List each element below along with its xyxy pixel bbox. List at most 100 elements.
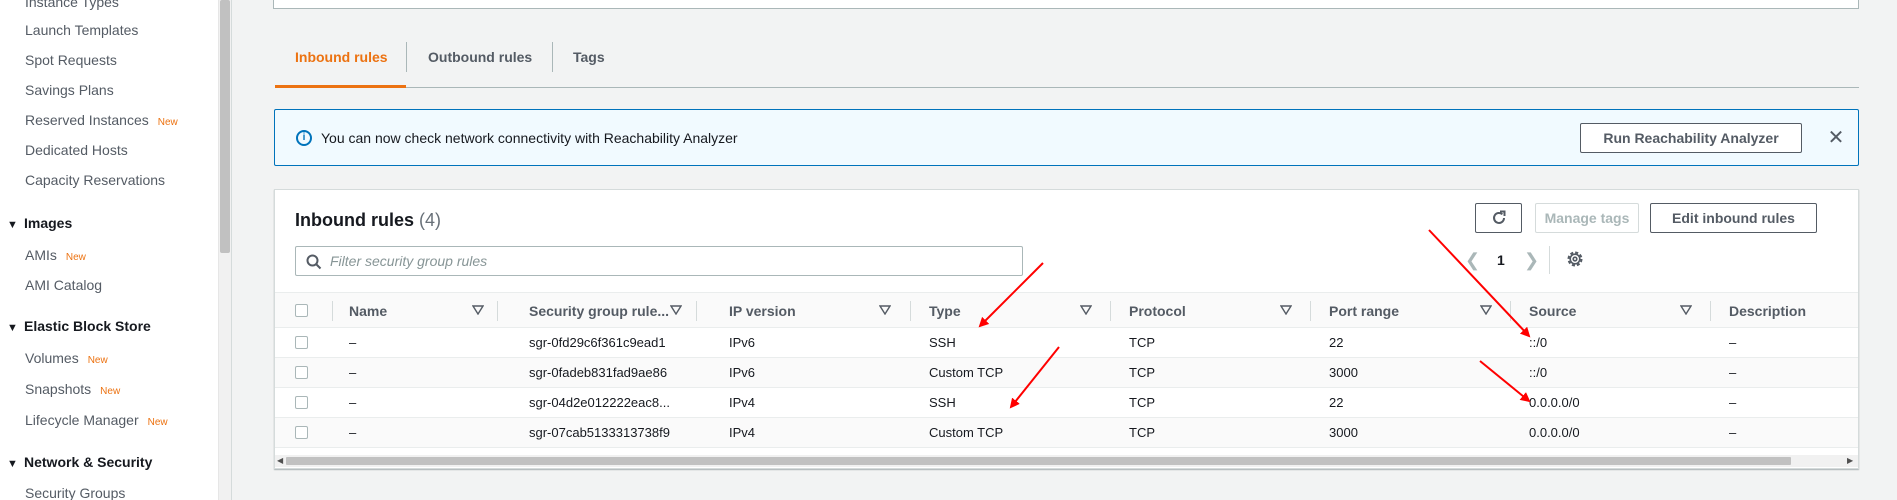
sort-icon[interactable]	[1680, 305, 1692, 315]
table-horizontal-scrollbar[interactable]: ◀ ▶	[275, 455, 1858, 467]
cell-source: 0.0.0.0/0	[1529, 395, 1580, 410]
filter-input[interactable]	[330, 251, 1010, 271]
sort-icon[interactable]	[879, 305, 891, 315]
column-divider	[1110, 301, 1111, 321]
run-reachability-analyzer-button[interactable]: Run Reachability Analyzer	[1580, 123, 1802, 153]
table-row[interactable]: – sgr-07cab5133313738f9 IPv4 Custom TCP …	[275, 418, 1858, 448]
column-divider	[1710, 301, 1711, 321]
tabs-baseline	[275, 87, 1859, 88]
tab-outbound-rules[interactable]: Outbound rules	[428, 49, 532, 87]
refresh-icon	[1493, 210, 1506, 224]
sidebar-item-security-groups[interactable]: Security Groups	[25, 485, 125, 500]
pagination-divider	[1549, 246, 1550, 274]
rules-count: (4)	[419, 210, 442, 230]
cell-protocol: TCP	[1129, 365, 1155, 380]
column-header-protocol[interactable]: Protocol	[1129, 303, 1186, 319]
sidebar-item-ami-catalog[interactable]: AMI Catalog	[25, 277, 102, 293]
row-checkbox[interactable]	[295, 426, 308, 439]
column-divider	[910, 301, 911, 321]
column-header-source[interactable]: Source	[1529, 303, 1576, 319]
cell-port-range: 3000	[1329, 365, 1358, 380]
new-badge: New	[65, 252, 86, 263]
sort-icon[interactable]	[1080, 305, 1092, 315]
column-divider	[332, 301, 333, 321]
cell-name: –	[349, 335, 357, 350]
sort-icon[interactable]	[1480, 305, 1492, 315]
sidebar-item-spot-requests[interactable]: Spot Requests	[25, 52, 117, 68]
row-checkbox[interactable]	[295, 336, 308, 349]
cell-description: –	[1729, 335, 1737, 350]
column-header-description[interactable]: Description	[1729, 303, 1806, 319]
info-icon: i	[296, 130, 312, 146]
cell-type: SSH	[929, 395, 956, 410]
cell-description: –	[1729, 425, 1737, 440]
sidebar-scrollbar-thumb[interactable]	[220, 0, 230, 253]
sidebar: Instance Types Launch Templates Spot Req…	[0, 0, 232, 500]
new-badge: New	[147, 417, 168, 428]
filter-box[interactable]	[295, 246, 1023, 276]
cell-source: 0.0.0.0/0	[1529, 425, 1580, 440]
close-icon[interactable]: ✕	[1825, 125, 1847, 149]
chevron-left-icon[interactable]: ❮	[1465, 250, 1480, 271]
sort-icon[interactable]	[472, 305, 484, 315]
row-checkbox[interactable]	[295, 396, 308, 409]
cell-source: ::/0	[1529, 365, 1548, 380]
sidebar-item-instance-types[interactable]: Instance Types	[25, 0, 119, 10]
tab-divider	[552, 42, 553, 72]
column-divider	[497, 301, 498, 321]
sidebar-item-lifecycle-manager[interactable]: Lifecycle Manager New	[25, 412, 168, 428]
sidebar-section-ebs[interactable]: ▼ Elastic Block Store	[7, 318, 151, 334]
cell-type: Custom TCP	[929, 365, 1004, 380]
edit-inbound-rules-button[interactable]: Edit inbound rules	[1650, 203, 1817, 233]
cell-description: –	[1729, 365, 1737, 380]
select-all-checkbox[interactable]	[295, 304, 308, 317]
new-badge: New	[100, 386, 121, 397]
column-header-type[interactable]: Type	[929, 303, 961, 319]
horizontal-scrollbar-thumb[interactable]	[286, 457, 1791, 465]
cell-rule-id: sgr-07cab5133313738f9	[529, 425, 670, 440]
panel-title: Inbound rules (4)	[295, 210, 442, 230]
sidebar-item-dedicated-hosts[interactable]: Dedicated Hosts	[25, 142, 128, 158]
cell-type: Custom TCP	[929, 425, 1004, 440]
sidebar-item-volumes[interactable]: Volumes New	[25, 350, 108, 366]
sidebar-item-snapshots[interactable]: Snapshots New	[25, 381, 120, 397]
column-header-port-range[interactable]: Port range	[1329, 303, 1399, 319]
gear-icon[interactable]	[1565, 249, 1585, 269]
new-badge: New	[87, 355, 108, 366]
sort-icon[interactable]	[1280, 305, 1292, 315]
sidebar-item-capacity-reservations[interactable]: Capacity Reservations	[25, 172, 165, 188]
sidebar-section-network-security[interactable]: ▼ Network & Security	[7, 454, 152, 470]
sidebar-item-launch-templates[interactable]: Launch Templates	[25, 22, 138, 38]
table-row[interactable]: – sgr-0fadeb831fad9ae86 IPv6 Custom TCP …	[275, 358, 1858, 388]
cell-type: SSH	[929, 335, 956, 350]
column-header-rule-id[interactable]: Security group rule...	[529, 303, 669, 319]
scroll-right-icon[interactable]: ▶	[1847, 456, 1853, 465]
cell-ip-version: IPv6	[729, 365, 756, 380]
flash-message: You can now check network connectivity w…	[321, 130, 738, 146]
sidebar-item-savings-plans[interactable]: Savings Plans	[25, 82, 114, 98]
tab-tags[interactable]: Tags	[573, 49, 605, 87]
column-header-name[interactable]: Name	[349, 303, 387, 319]
chevron-right-icon[interactable]: ❯	[1524, 250, 1539, 271]
tab-divider	[406, 42, 407, 72]
sort-icon[interactable]	[670, 305, 682, 315]
sidebar-item-amis[interactable]: AMIs New	[25, 247, 86, 263]
refresh-button[interactable]	[1475, 203, 1522, 233]
cell-protocol: TCP	[1129, 335, 1155, 350]
inbound-rules-panel: Inbound rules (4) Manage tags Edit inbou…	[274, 189, 1859, 469]
row-checkbox[interactable]	[295, 366, 308, 379]
caret-down-icon: ▼	[7, 219, 18, 231]
table-row[interactable]: – sgr-04d2e012222eac8... IPv4 SSH TCP 22…	[275, 388, 1858, 418]
tab-inbound-rules[interactable]: Inbound rules	[295, 49, 388, 87]
cell-rule-id: sgr-04d2e012222eac8...	[529, 395, 670, 410]
column-divider	[1310, 301, 1311, 321]
scroll-left-icon[interactable]: ◀	[277, 456, 283, 465]
table-header: Name Security group rule... IP version T…	[275, 292, 1858, 328]
manage-tags-button[interactable]: Manage tags	[1535, 203, 1639, 233]
column-header-ip-version[interactable]: IP version	[729, 303, 796, 319]
page-number[interactable]: 1	[1497, 252, 1505, 268]
sidebar-section-images[interactable]: ▼ Images	[7, 215, 72, 231]
sidebar-item-reserved-instances[interactable]: Reserved Instances New	[25, 112, 178, 128]
cell-name: –	[349, 395, 357, 410]
table-row[interactable]: – sgr-0fd29c6f361c9ead1 IPv6 SSH TCP 22 …	[275, 328, 1858, 358]
